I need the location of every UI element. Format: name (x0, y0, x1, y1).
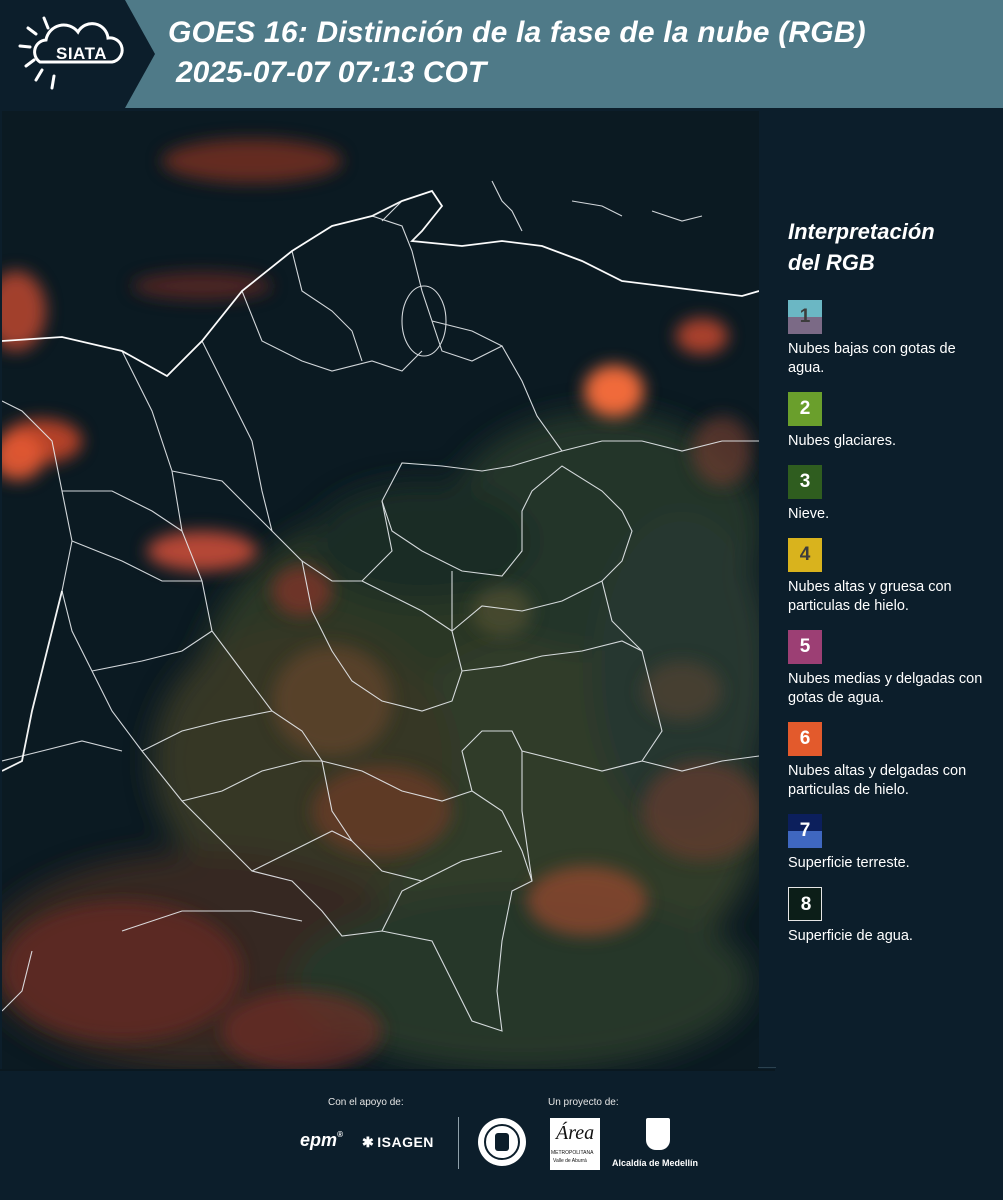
legend-number: 8 (800, 894, 812, 915)
legend-number: 6 (799, 728, 811, 749)
logo-text: SIATA (56, 44, 107, 63)
legend-label: Nieve. (788, 506, 830, 522)
isagen-icon: ✱ (362, 1134, 375, 1150)
legend-label: Nubes altas y delgadas con particulas de… (788, 763, 967, 798)
legend-number: 1 (799, 306, 811, 327)
legend-swatch: 5 (788, 630, 822, 664)
page-title: GOES 16: Distinción de la fase de la nub… (168, 16, 866, 49)
legend-title: Interpretación del RGB (788, 216, 993, 278)
legend-item: 8 Superficie de agua. (788, 887, 993, 946)
area-logo-sub2: Valle de Aburrá (553, 1158, 587, 1164)
isagen-logo-text: ISAGEN (377, 1134, 434, 1150)
area-logo-sub: METROPOLITANA (551, 1150, 594, 1156)
legend-swatch: 4 (788, 538, 822, 572)
legend-title-line1: Interpretación (788, 219, 935, 244)
area-metropolitana-logo: Área METROPOLITANA Valle de Aburrá (550, 1118, 600, 1170)
page-subtitle-timestamp: 2025-07-07 07:13 COT (176, 56, 487, 89)
legend-swatch: 2 (788, 392, 822, 426)
alcaldia-shield-icon (646, 1118, 670, 1150)
legend-label: Nubes glaciares. (788, 433, 896, 449)
legend-swatch: 7 (788, 814, 822, 848)
legend-label: Superficie terreste. (788, 855, 910, 871)
legend-number: 7 (799, 820, 811, 841)
legend-number: 4 (799, 544, 811, 565)
legend-item: 5 Nubes medias y delgadas con gotas de ag… (788, 630, 993, 708)
seal-icon (484, 1124, 520, 1160)
legend-title-line2: del RGB (788, 250, 875, 275)
rgb-legend: Interpretación del RGB 1 Nubes bajas con … (788, 216, 993, 960)
seal-logo (478, 1118, 526, 1166)
legend-number: 3 (799, 471, 811, 492)
legend-item: 6 Nubes altas y delgadas con particulas d… (788, 722, 993, 800)
siata-logo: SIATA (0, 0, 160, 108)
epm-logo-text: epm (300, 1130, 338, 1150)
footer-separator (758, 1067, 776, 1068)
legend-number: 5 (799, 636, 811, 657)
legend-label: Nubes altas y gruesa con particulas de h… (788, 579, 952, 614)
legend-item: 4 Nubes altas y gruesa con particulas de … (788, 538, 993, 616)
legend-label: Nubes bajas con gotas de agua. (788, 341, 956, 376)
header: SIATA GOES 16: Distinción de la fase de … (0, 0, 1003, 108)
legend-item: 2 Nubes glaciares. (788, 392, 993, 451)
legend-swatch: 8 (788, 887, 822, 921)
legend-item: 3 Nieve. (788, 465, 993, 524)
epm-logo: epm® (300, 1130, 343, 1150)
legend-items: 1 Nubes bajas con gotas de agua. 2 Nubes gl… (788, 300, 993, 946)
alcaldia-logo: Alcaldía de Medellín (612, 1118, 702, 1172)
legend-swatch: 6 (788, 722, 822, 756)
footer-vertical-divider (458, 1117, 459, 1169)
legend-number: 2 (799, 398, 811, 419)
satellite-map (2, 111, 759, 1069)
legend-item: 7 Superficie terreste. (788, 814, 993, 873)
alcaldia-logo-text: Alcaldía de Medellín (612, 1158, 699, 1168)
footer-divider (0, 1069, 775, 1071)
support-label: Con el apoyo de: (328, 1097, 404, 1108)
legend-swatch: 1 (788, 300, 822, 334)
isagen-logo: ✱ ISAGEN (362, 1134, 434, 1151)
legend-label: Superficie de agua. (788, 928, 913, 944)
project-label: Un proyecto de: (548, 1097, 619, 1108)
legend-swatch: 3 (788, 465, 822, 499)
legend-item: 1 Nubes bajas con gotas de agua. (788, 300, 993, 378)
area-logo-text: Área (556, 1122, 595, 1144)
legend-label: Nubes medias y delgadas con gotas de agu… (788, 671, 983, 706)
